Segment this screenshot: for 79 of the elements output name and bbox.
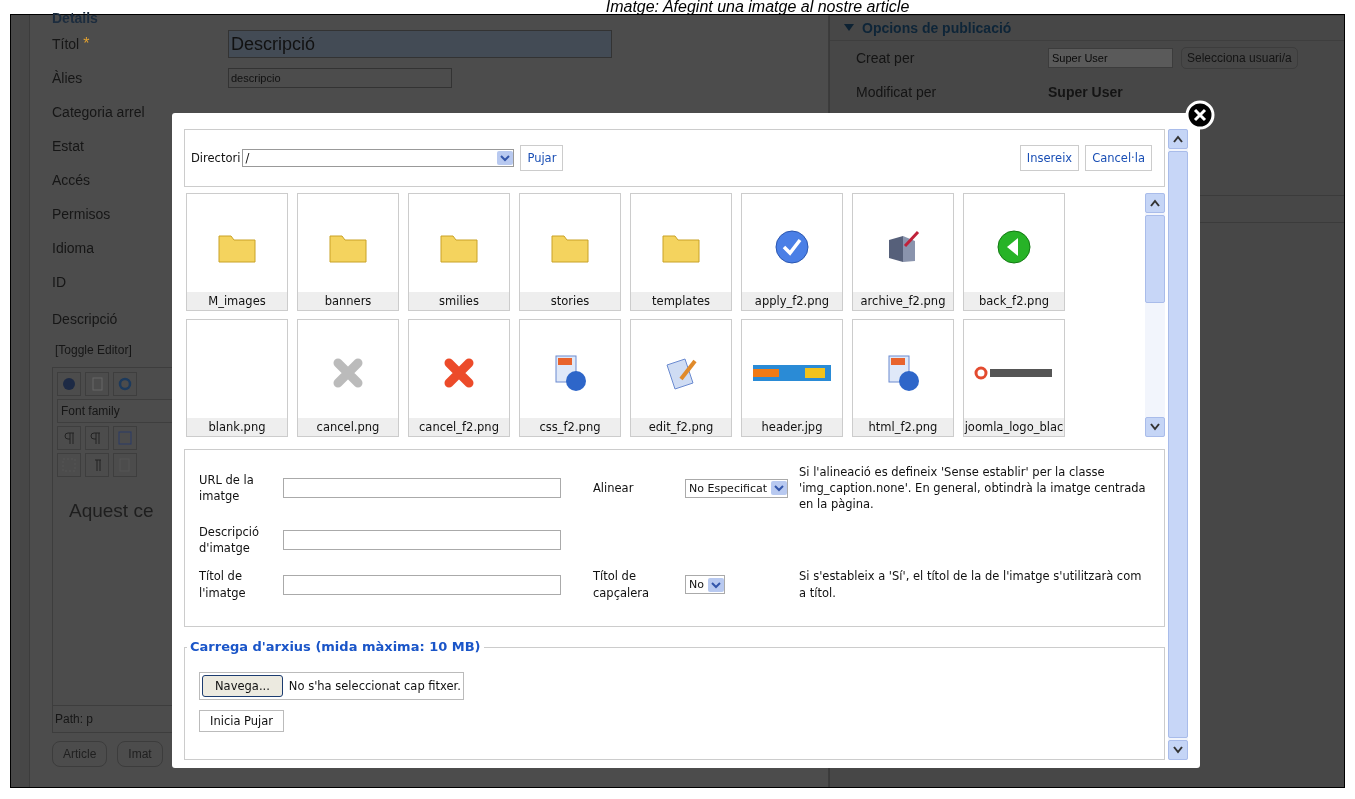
document-globe-icon: [885, 354, 921, 392]
paragraph-icon[interactable]: [85, 426, 109, 450]
help-icon[interactable]: [57, 372, 81, 396]
file-name: blank.png: [187, 418, 287, 436]
file-name: edit_f2.png: [631, 418, 731, 436]
description-field[interactable]: [283, 530, 561, 551]
file-name: stories: [520, 292, 620, 310]
file-name: smilies: [409, 292, 509, 310]
paragraph-icon[interactable]: [85, 453, 109, 477]
file-tile[interactable]: edit_f2.png: [630, 319, 732, 437]
fullscreen-icon[interactable]: [113, 426, 137, 450]
expanded-arrow-icon[interactable]: [844, 24, 854, 32]
cancel-button[interactable]: Cancel·la: [1085, 145, 1152, 171]
file-name: html_f2.png: [853, 418, 953, 436]
caret-up-icon: [1150, 199, 1160, 207]
scrollbar[interactable]: [1168, 129, 1188, 760]
file-name: cancel.png: [298, 418, 398, 436]
required-mark: *: [83, 35, 90, 52]
caption-select[interactable]: No: [685, 575, 725, 595]
document-globe-icon: [552, 354, 588, 392]
upload-button[interactable]: Pujar: [520, 145, 564, 171]
file-name: M_images: [187, 292, 287, 310]
file-tile[interactable]: smilies: [408, 193, 510, 311]
file-tile[interactable]: banners: [297, 193, 399, 311]
undo-icon[interactable]: [113, 372, 137, 396]
file-name: joomla_logo_blac: [964, 418, 1064, 436]
banner-image-icon: [753, 365, 831, 381]
file-name: header.jpg: [742, 418, 842, 436]
paragraph-icon[interactable]: [57, 426, 81, 450]
start-upload-button[interactable]: Inicia Pujar: [199, 710, 285, 732]
file-name: banners: [298, 292, 398, 310]
field-label: URL de la imatge: [199, 472, 255, 505]
file-name: apply_f2.png: [742, 292, 842, 310]
file-tile[interactable]: archive_f2.png: [852, 193, 954, 311]
figure-caption: Imatge: Afegint una imatge al nostre article: [604, 0, 911, 14]
file-tile[interactable]: cancel.png: [297, 319, 399, 437]
document-icon[interactable]: [85, 372, 109, 396]
close-icon[interactable]: [1185, 100, 1215, 130]
field-label: Títol de capçalera: [593, 568, 651, 601]
caret-up-icon: [1173, 135, 1183, 143]
file-name: css_f2.png: [520, 418, 620, 436]
file-tile[interactable]: css_f2.png: [519, 319, 621, 437]
file-input[interactable]: Navega... No s'ha seleccionat cap fitxer.: [199, 672, 464, 700]
edit-document-icon: [663, 355, 699, 391]
scrollbar[interactable]: [1145, 193, 1165, 437]
field-label: Descripció d'imatge: [199, 524, 261, 557]
file-tile[interactable]: blank.png: [186, 319, 288, 437]
file-tile[interactable]: apply_f2.png: [741, 193, 843, 311]
scroll-down-button[interactable]: [1145, 417, 1165, 437]
logo-image-icon: [974, 366, 1054, 380]
file-tile[interactable]: joomla_logo_blac: [963, 319, 1065, 437]
insert-button[interactable]: Insereix: [1019, 145, 1080, 171]
url-field[interactable]: [283, 478, 561, 499]
align-select[interactable]: No Especificat: [685, 478, 789, 498]
check-icon: [774, 229, 810, 265]
title-field[interactable]: [283, 574, 561, 595]
file-tile[interactable]: M_images: [186, 193, 288, 311]
file-tile[interactable]: html_f2.png: [852, 319, 954, 437]
file-tile[interactable]: cancel_f2.png: [408, 319, 510, 437]
file-name: cancel_f2.png: [409, 418, 509, 436]
scroll-up-button[interactable]: [1145, 193, 1165, 213]
scroll-up-button[interactable]: [1168, 129, 1188, 149]
scroll-down-button[interactable]: [1168, 740, 1188, 760]
file-name: archive_f2.png: [853, 292, 953, 310]
help-text: Si s'estableix a 'Sí', el títol de la de l'imatge s'utilitzarà com a títol.: [799, 568, 1143, 601]
file-tile[interactable]: back_f2.png: [963, 193, 1065, 311]
help-text: Si l'alineació es defineix 'Sense establir' per la classe 'img_caption.none'. En general, obtindrà la imatge centrada en la pàgina.: [799, 464, 1147, 513]
file-tile[interactable]: stories: [519, 193, 621, 311]
field-label: Alinear: [593, 480, 635, 497]
caret-down-icon: [1173, 746, 1183, 754]
file-name: templates: [631, 292, 731, 310]
directory-select[interactable]: /: [242, 149, 515, 167]
file-tile[interactable]: header.jpg: [741, 319, 843, 437]
field-label: Directori: [191, 151, 241, 165]
section-heading: Carrega d'arxius (mida màxima: 10 MB): [187, 639, 484, 654]
file-name: back_f2.png: [964, 292, 1064, 310]
field-label: Títol de l'imatge: [199, 568, 247, 601]
caret-down-icon: [1150, 423, 1160, 431]
file-tile[interactable]: templates: [630, 193, 732, 311]
